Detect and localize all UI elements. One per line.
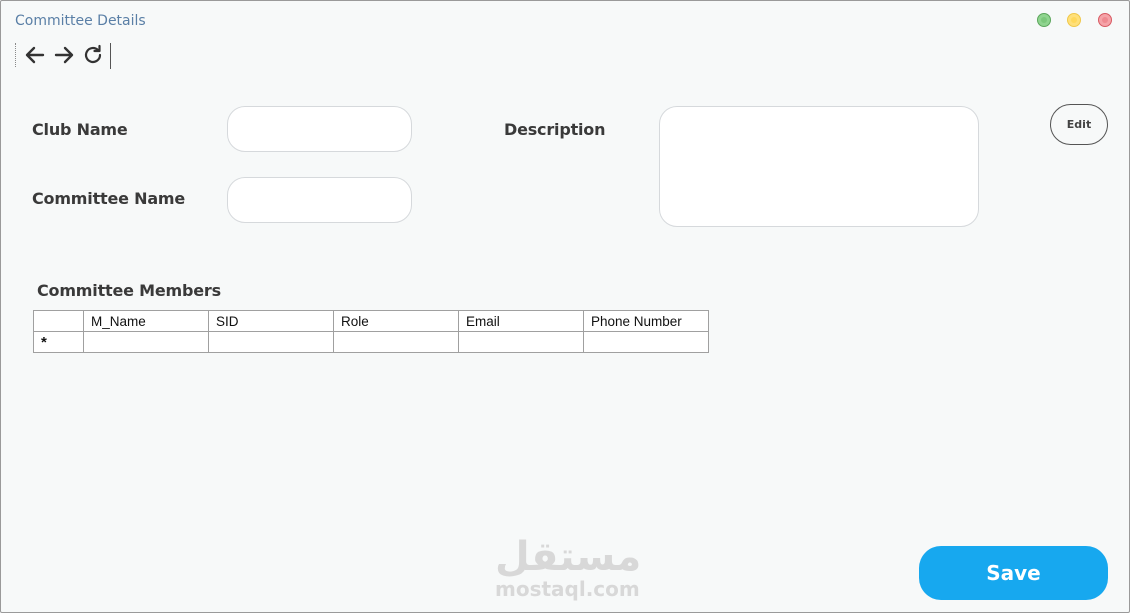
column-header-phone-number[interactable]: Phone Number [583,310,709,332]
maximize-button[interactable] [1037,13,1051,27]
grid-cell-m-name[interactable] [83,331,209,353]
column-header-role[interactable]: Role [333,310,459,332]
save-button[interactable]: Save [919,546,1108,600]
refresh-icon[interactable] [81,43,105,67]
grid-cell-phone-number[interactable] [583,331,709,353]
row-header-corner[interactable] [33,310,84,332]
arrow-left-icon[interactable] [23,43,47,67]
new-row-marker[interactable]: * [33,331,84,353]
members-grid[interactable]: M_Name SID Role Email Phone Number * [33,310,709,353]
grid-header-row: M_Name SID Role Email Phone Number [33,310,709,332]
grid-cell-email[interactable] [458,331,584,353]
column-header-sid[interactable]: SID [208,310,334,332]
watermark: مستقل mostaql.com [495,534,642,606]
grid-cell-sid[interactable] [208,331,334,353]
window-title: Committee Details [15,13,146,29]
committee-members-title: Committee Members [37,281,221,300]
column-header-email[interactable]: Email [458,310,584,332]
toolbar-grip[interactable] [15,43,16,67]
watermark-latin: mostaql.com [495,577,640,601]
new-row[interactable]: * [33,331,709,353]
toolbar [15,41,125,69]
grid-cell-role[interactable] [333,331,459,353]
close-button[interactable] [1098,13,1112,27]
description-textarea[interactable] [659,106,979,227]
committee-details-window: Committee Details Club Name Committee Na… [0,0,1130,613]
committee-name-label: Committee Name [32,189,186,208]
watermark-arabic: مستقل [495,534,642,580]
club-name-input[interactable] [227,106,412,152]
column-header-m-name[interactable]: M_Name [83,310,209,332]
arrow-right-icon[interactable] [52,43,76,67]
committee-name-input[interactable] [227,177,412,223]
edit-button[interactable]: Edit [1050,104,1108,145]
toolbar-separator [110,43,111,69]
description-label: Description [504,120,606,139]
minimize-button[interactable] [1067,13,1081,27]
title-bar: Committee Details [1,1,1129,39]
club-name-label: Club Name [32,120,128,139]
